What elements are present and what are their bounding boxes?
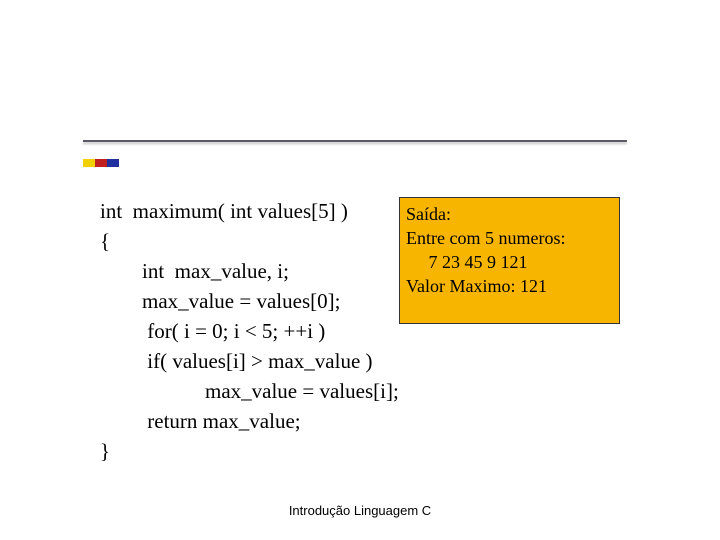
- output-line: Entre com 5 numeros:: [406, 226, 613, 250]
- code-line: max_value = values[i];: [100, 376, 620, 406]
- output-line: 7 23 45 9 121: [406, 250, 613, 274]
- accent-blue: [107, 159, 119, 167]
- accent-bar: [83, 159, 119, 167]
- code-line: if( values[i] > max_value ): [100, 346, 620, 376]
- output-line: Saída:: [406, 202, 613, 226]
- output-line: Valor Maximo: 121: [406, 274, 613, 298]
- footer-text: Introdução Linguagem C: [0, 503, 720, 518]
- code-line: return max_value;: [100, 406, 620, 436]
- output-box: Saída: Entre com 5 numeros: 7 23 45 9 12…: [399, 197, 620, 324]
- code-line: }: [100, 436, 620, 466]
- section-divider: [83, 140, 627, 142]
- accent-yellow: [83, 159, 95, 167]
- accent-red: [95, 159, 107, 167]
